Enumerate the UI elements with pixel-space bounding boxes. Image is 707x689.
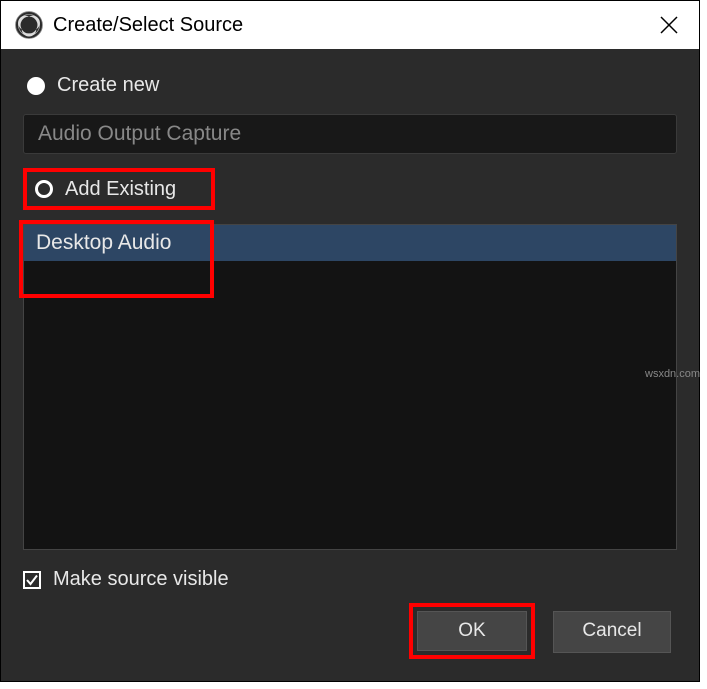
create-new-radio[interactable]: Create new (23, 71, 677, 100)
dialog-content: Create new Audio Output Capture Add Exis… (1, 49, 699, 681)
radio-icon (27, 77, 45, 95)
ok-button[interactable]: OK (417, 611, 527, 651)
source-name-input[interactable]: Audio Output Capture (23, 114, 677, 154)
checkmark-icon (26, 574, 38, 586)
obs-icon (15, 11, 43, 39)
make-visible-checkbox[interactable]: Make source visible (23, 568, 677, 591)
cancel-button[interactable]: Cancel (553, 611, 671, 653)
button-row: OK Cancel (23, 603, 677, 659)
dialog-title: Create/Select Source (53, 14, 649, 37)
titlebar: Create/Select Source (1, 1, 699, 49)
highlight-annotation: OK (409, 603, 535, 659)
add-existing-radio[interactable]: Add Existing (31, 175, 180, 204)
highlight-annotation: Add Existing (23, 168, 215, 210)
close-icon (660, 16, 678, 34)
existing-sources-container: Desktop Audio (23, 224, 677, 550)
close-button[interactable] (649, 5, 689, 45)
watermark: wsxdn.com (645, 368, 700, 380)
existing-sources-list[interactable]: Desktop Audio (23, 224, 677, 550)
add-existing-label: Add Existing (65, 178, 176, 201)
list-item[interactable]: Desktop Audio (24, 225, 676, 261)
dialog-window: Create/Select Source Create new Audio Ou… (0, 0, 700, 682)
checkbox-icon (23, 571, 41, 589)
make-visible-label: Make source visible (53, 568, 229, 591)
create-new-label: Create new (57, 74, 159, 97)
source-name-placeholder: Audio Output Capture (38, 122, 241, 145)
list-item-label: Desktop Audio (36, 231, 171, 254)
radio-icon (35, 180, 53, 198)
